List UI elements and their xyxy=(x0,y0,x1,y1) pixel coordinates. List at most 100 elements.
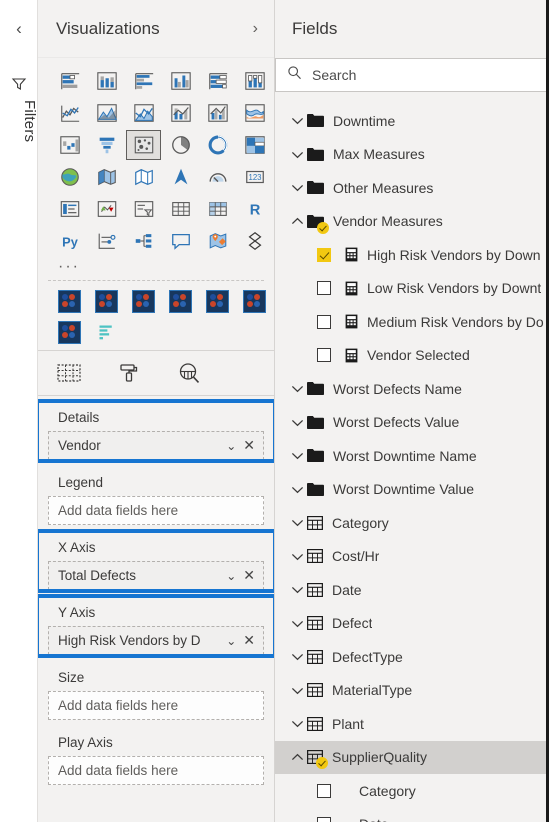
custom-visual-4[interactable] xyxy=(163,287,198,315)
custom-visual-1[interactable] xyxy=(52,287,87,315)
chevron-up-icon[interactable] xyxy=(287,215,307,228)
field-tree-item-defecttype[interactable]: DefectType xyxy=(275,640,546,674)
well-drop-target[interactable]: Add data fields here xyxy=(48,691,264,720)
field-tree-item-cost-hr[interactable]: Cost/Hr xyxy=(275,540,546,574)
chevron-down-icon[interactable] xyxy=(287,583,307,596)
field-tree-item-materialtype[interactable]: MaterialType xyxy=(275,674,546,708)
donut-chart-icon[interactable] xyxy=(200,130,235,160)
field-tree-item-other-measures[interactable]: Other Measures xyxy=(275,171,546,205)
chevron-down-icon[interactable] xyxy=(287,684,307,697)
fields-tab-icon[interactable] xyxy=(54,358,84,388)
chevron-down-icon[interactable] xyxy=(287,483,307,496)
field-checkbox[interactable] xyxy=(317,281,331,296)
scatter-chart-icon[interactable] xyxy=(126,130,161,160)
waterfall-chart-icon[interactable] xyxy=(52,130,87,160)
field-chip[interactable]: Total Defects ⌄ ✕ xyxy=(48,561,264,590)
chevron-down-icon[interactable] xyxy=(287,148,307,161)
field-tree-item-defect[interactable]: Defect xyxy=(275,607,546,641)
more-visuals-icon[interactable]: ··· xyxy=(38,258,274,280)
stacked-bar-chart-icon[interactable] xyxy=(52,66,87,96)
field-tree-item-max-measures[interactable]: Max Measures xyxy=(275,138,546,172)
card-icon[interactable]: 123 xyxy=(237,162,272,192)
field-tree-item-worst-defects-value[interactable]: Worst Defects Value xyxy=(275,406,546,440)
field-tree-item-high-risk-vendors-by-down[interactable]: High Risk Vendors by Down xyxy=(275,238,546,272)
qna-visual-icon[interactable] xyxy=(163,226,198,256)
chevron-up-icon[interactable] xyxy=(287,751,307,764)
chevron-down-icon[interactable] xyxy=(287,114,307,127)
search-input[interactable]: Search xyxy=(275,58,546,92)
map-icon[interactable] xyxy=(52,162,87,192)
custom-visual-2[interactable] xyxy=(89,287,124,315)
analytics-magnifier-tab-icon[interactable] xyxy=(174,358,204,388)
field-tree-item-downtime[interactable]: Downtime xyxy=(275,104,546,138)
field-checkbox[interactable] xyxy=(317,348,331,363)
chevron-down-icon[interactable] xyxy=(287,181,307,194)
chevron-down-icon[interactable] xyxy=(287,550,307,563)
line-and-stacked-column-chart-icon[interactable] xyxy=(163,98,198,128)
chevron-down-icon[interactable] xyxy=(287,650,307,663)
chevron-down-icon[interactable]: ⌄ xyxy=(224,439,238,453)
power-apps-visual-icon[interactable] xyxy=(237,226,272,256)
field-tree-item-category[interactable]: Category xyxy=(275,506,546,540)
field-tree-item-worst-defects-name[interactable]: Worst Defects Name xyxy=(275,372,546,406)
pie-chart-icon[interactable] xyxy=(163,130,198,160)
arcgis-map-icon[interactable] xyxy=(163,162,198,192)
field-checkbox[interactable] xyxy=(317,817,331,822)
chevron-down-icon[interactable] xyxy=(287,382,307,395)
table-icon[interactable] xyxy=(163,194,198,224)
treemap-icon[interactable] xyxy=(237,130,272,160)
shape-map-icon[interactable] xyxy=(126,162,161,192)
field-tree-item-worst-downtime-value[interactable]: Worst Downtime Value xyxy=(275,473,546,507)
field-chip[interactable]: Vendor ⌄ ✕ xyxy=(48,431,264,460)
field-tree-item-category[interactable]: Category xyxy=(275,774,546,808)
filled-map-icon[interactable] xyxy=(89,162,124,192)
custom-visual-legend[interactable] xyxy=(89,318,124,346)
gauge-chart-icon[interactable] xyxy=(200,162,235,192)
stacked-area-chart-icon[interactable] xyxy=(126,98,161,128)
chevron-down-icon[interactable] xyxy=(287,516,307,529)
field-chip[interactable]: High Risk Vendors by D ⌄ ✕ xyxy=(48,626,264,655)
expand-visualizations-icon[interactable]: › xyxy=(249,18,262,40)
remove-field-icon[interactable]: ✕ xyxy=(241,437,257,454)
chevron-down-icon[interactable]: ⌄ xyxy=(224,634,238,648)
r-script-visual-icon[interactable]: R xyxy=(237,194,272,224)
field-tree-item-plant[interactable]: Plant xyxy=(275,707,546,741)
field-checkbox[interactable] xyxy=(317,247,331,262)
100-percent-stacked-column-chart-icon[interactable] xyxy=(237,66,272,96)
multi-row-card-icon[interactable] xyxy=(52,194,87,224)
line-chart-icon[interactable] xyxy=(52,98,87,128)
field-tree-item-date[interactable]: Date xyxy=(275,808,546,822)
field-checkbox[interactable] xyxy=(317,783,331,798)
chevron-down-icon[interactable]: ⌄ xyxy=(224,569,238,583)
kpi-icon[interactable] xyxy=(89,194,124,224)
custom-visual-7[interactable] xyxy=(52,318,87,346)
field-tree-item-vendor-measures[interactable]: Vendor Measures xyxy=(275,205,546,239)
slicer-icon[interactable] xyxy=(126,194,161,224)
chevron-down-icon[interactable] xyxy=(287,416,307,429)
filters-pane-label[interactable]: Filters xyxy=(0,100,38,142)
clustered-bar-chart-icon[interactable] xyxy=(126,66,161,96)
field-tree-item-vendor-selected[interactable]: Vendor Selected xyxy=(275,339,546,373)
field-tree-item-supplierquality[interactable]: SupplierQuality xyxy=(275,740,546,774)
stacked-column-chart-icon[interactable] xyxy=(89,66,124,96)
format-paint-roller-tab-icon[interactable] xyxy=(114,358,144,388)
chevron-down-icon[interactable] xyxy=(287,449,307,462)
custom-visual-5[interactable] xyxy=(200,287,235,315)
key-influencers-icon[interactable] xyxy=(89,226,124,256)
area-chart-icon[interactable] xyxy=(89,98,124,128)
ribbon-chart-icon[interactable] xyxy=(237,98,272,128)
decomposition-tree-icon[interactable] xyxy=(126,226,161,256)
field-tree-item-medium-risk-vendors-by-do[interactable]: Medium Risk Vendors by Do xyxy=(275,305,546,339)
field-tree-item-low-risk-vendors-by-downt[interactable]: Low Risk Vendors by Downt xyxy=(275,272,546,306)
matrix-icon[interactable] xyxy=(200,194,235,224)
100-percent-stacked-bar-chart-icon[interactable] xyxy=(200,66,235,96)
remove-field-icon[interactable]: ✕ xyxy=(241,567,257,584)
well-drop-target[interactable]: Add data fields here xyxy=(48,496,264,525)
arcgis-maps-icon[interactable] xyxy=(200,226,235,256)
line-and-clustered-column-chart-icon[interactable] xyxy=(200,98,235,128)
collapse-filters-icon[interactable]: ‹ xyxy=(0,20,38,37)
clustered-column-chart-icon[interactable] xyxy=(163,66,198,96)
field-tree-item-date[interactable]: Date xyxy=(275,573,546,607)
field-checkbox[interactable] xyxy=(317,314,331,329)
funnel-chart-icon[interactable] xyxy=(89,130,124,160)
